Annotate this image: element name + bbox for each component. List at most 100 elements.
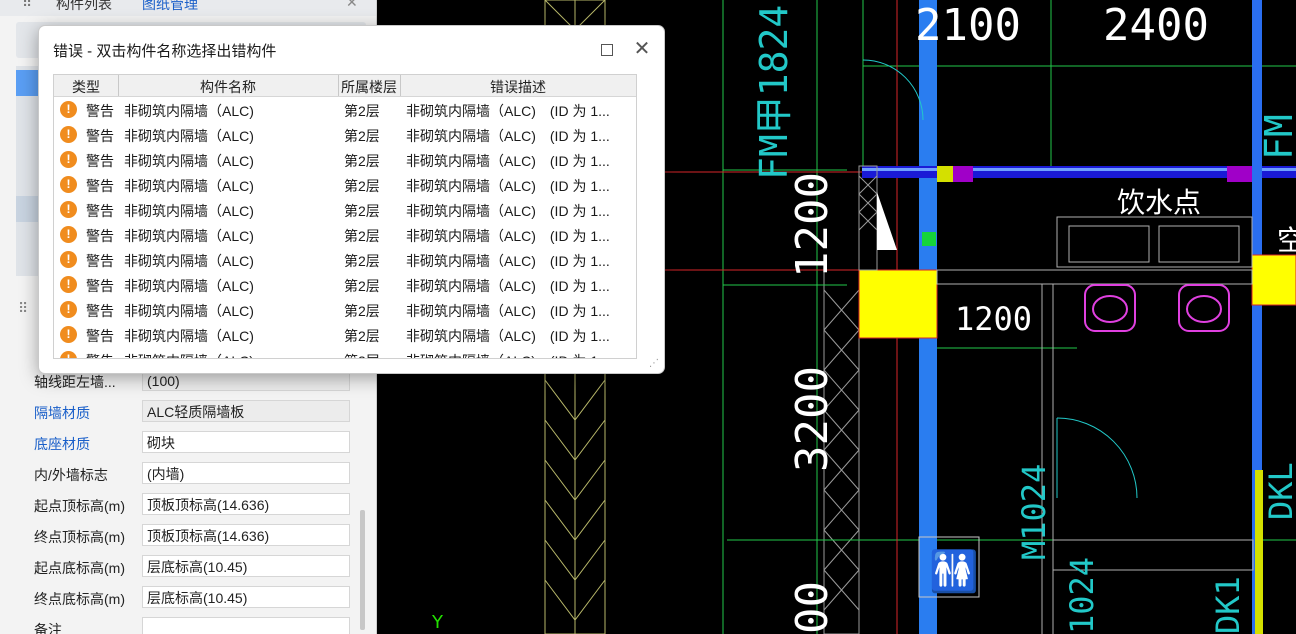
- property-row[interactable]: 底座材质 砌块: [0, 428, 376, 459]
- error-description: 非砌筑内隔墙（ALC) (ID 为 1...: [406, 103, 610, 119]
- error-row[interactable]: !警告非砌筑内隔墙（ALC)第2层非砌筑内隔墙（ALC) (ID 为 1...: [54, 347, 636, 358]
- property-label: 终点底标高(m): [34, 591, 125, 607]
- error-description: 非砌筑内隔墙（ALC) (ID 为 1...: [406, 253, 610, 269]
- resize-grip-icon[interactable]: ⋰: [649, 358, 659, 369]
- property-row[interactable]: 终点底标高(m) 层底标高(10.45): [0, 583, 376, 614]
- error-type: 警告: [86, 253, 114, 269]
- warning-icon: !: [60, 301, 77, 318]
- dim-1200-horizontal: 1200: [955, 300, 1032, 338]
- property-value-field[interactable]: 层底标高(10.45): [142, 586, 350, 608]
- restroom-sign-icon: 🚻: [929, 548, 979, 595]
- error-type: 警告: [86, 328, 114, 344]
- property-value-field[interactable]: 层底标高(10.45): [142, 555, 350, 577]
- property-row[interactable]: 内/外墙标志 (内墙): [0, 459, 376, 490]
- property-label: 轴线距左墙...: [34, 374, 116, 390]
- error-row[interactable]: !警告非砌筑内隔墙（ALC)第2层非砌筑内隔墙（ALC) (ID 为 1...: [54, 122, 636, 147]
- warning-icon: !: [60, 126, 77, 143]
- floor-name: 第2层: [344, 178, 380, 194]
- column-header-description[interactable]: 错误描述: [400, 77, 636, 97]
- floor-name: 第2层: [344, 228, 380, 244]
- error-type: 警告: [86, 203, 114, 219]
- component-tree-strip: [16, 66, 40, 276]
- error-list[interactable]: 类型 构件名称 所属楼层 错误描述 ! 警告 非砌筑内隔墙（ALC) 第2层 非砌筑内隔…: [53, 74, 637, 359]
- close-button[interactable]: ✕: [629, 36, 655, 62]
- door-label-1024: 1024: [1063, 557, 1101, 634]
- column-header-floor[interactable]: 所属楼层: [338, 77, 400, 97]
- error-list-header: 类型 构件名称 所属楼层 错误描述: [54, 75, 636, 97]
- floor-name: 第2层: [344, 303, 380, 319]
- error-row[interactable]: !警告非砌筑内隔墙（ALC)第2层非砌筑内隔墙（ALC) (ID 为 1...: [54, 272, 636, 297]
- panel-scrollbar[interactable]: [360, 510, 365, 630]
- error-type: 警告: [86, 153, 114, 169]
- component-name[interactable]: 非砌筑内隔墙（ALC): [124, 351, 254, 358]
- component-name[interactable]: 非砌筑内隔墙（ALC): [124, 226, 254, 246]
- component-name[interactable]: 非砌筑内隔墙（ALC): [124, 276, 254, 296]
- error-row[interactable]: !警告非砌筑内隔墙（ALC)第2层非砌筑内隔墙（ALC) (ID 为 1...: [54, 297, 636, 322]
- tree-item[interactable]: [16, 196, 40, 222]
- error-row[interactable]: !警告非砌筑内隔墙（ALC)第2层非砌筑内隔墙（ALC) (ID 为 1...: [54, 172, 636, 197]
- maximize-button[interactable]: [594, 36, 620, 62]
- property-row[interactable]: 起点顶标高(m) 顶板顶标高(14.636): [0, 490, 376, 521]
- property-label: 底座材质: [34, 436, 90, 452]
- floor-name: 第2层: [344, 278, 380, 294]
- door-label-fm1824: FM甲1824: [752, 5, 796, 180]
- property-value-field[interactable]: ALC轻质隔墙板: [142, 400, 350, 422]
- error-description: 非砌筑内隔墙（ALC) (ID 为 1...: [406, 303, 610, 319]
- error-row[interactable]: !警告非砌筑内隔墙（ALC)第2层非砌筑内隔墙（ALC) (ID 为 1...: [54, 247, 636, 272]
- tab-component-list[interactable]: 构件列表: [56, 0, 112, 14]
- property-row[interactable]: 备注: [0, 614, 376, 634]
- component-name[interactable]: 非砌筑内隔墙（ALC): [124, 301, 254, 321]
- property-row[interactable]: 终点顶标高(m) 顶板顶标高(14.636): [0, 521, 376, 552]
- error-row[interactable]: !警告非砌筑内隔墙（ALC)第2层非砌筑内隔墙（ALC) (ID 为 1...: [54, 222, 636, 247]
- property-label: 隔墙材质: [34, 405, 90, 421]
- dim-partial: 00: [787, 581, 838, 634]
- floor-name: 第2层: [344, 351, 380, 358]
- door-label-fm: FM: [1257, 114, 1296, 160]
- tab-drawing-management[interactable]: 图纸管理: [142, 0, 198, 14]
- error-row[interactable]: !警告非砌筑内隔墙（ALC)第2层非砌筑内隔墙（ALC) (ID 为 1...: [54, 197, 636, 222]
- warning-icon: !: [60, 176, 77, 193]
- panel-grip-icon: ⠿: [22, 0, 33, 10]
- property-label: 起点顶标高(m): [34, 498, 125, 514]
- property-value-field[interactable]: 砌块: [142, 431, 350, 453]
- error-description: 非砌筑内隔墙（ALC) (ID 为 1...: [406, 128, 610, 144]
- floor-name: 第2层: [344, 328, 380, 344]
- error-description: 非砌筑内隔墙（ALC) (ID 为 1...: [406, 328, 610, 344]
- component-name[interactable]: 非砌筑内隔墙（ALC): [124, 201, 254, 221]
- component-name[interactable]: 非砌筑内隔墙（ALC): [124, 326, 254, 346]
- component-name[interactable]: 非砌筑内隔墙（ALC): [124, 126, 254, 146]
- property-value-field[interactable]: (内墙): [142, 462, 350, 484]
- tree-item-selected[interactable]: [16, 70, 40, 96]
- component-name[interactable]: 非砌筑内隔墙（ALC): [124, 101, 254, 121]
- warning-icon: !: [60, 326, 77, 343]
- property-row[interactable]: 起点底标高(m) 层底标高(10.45): [0, 552, 376, 583]
- column-header-name[interactable]: 构件名称: [118, 77, 338, 97]
- error-description: 非砌筑内隔墙（ALC) (ID 为 1...: [406, 203, 610, 219]
- error-row[interactable]: !警告非砌筑内隔墙（ALC)第2层非砌筑内隔墙（ALC) (ID 为 1...: [54, 97, 636, 122]
- panel-tab-bar: ⠿ 构件列表 图纸管理 ✕: [0, 0, 376, 16]
- error-row[interactable]: ! 警告非砌筑内隔墙（ALC) 第2层 非砌筑内隔墙（ALC) (ID 为 1...: [54, 322, 636, 347]
- component-name[interactable]: 非砌筑内隔墙（ALC): [124, 251, 254, 271]
- property-value-field[interactable]: 顶板顶标高(14.636): [142, 493, 350, 515]
- property-row[interactable]: 隔墙材质 ALC轻质隔墙板: [0, 397, 376, 428]
- property-label: 起点底标高(m): [34, 560, 125, 576]
- error-description: 非砌筑内隔墙（ALC) (ID 为 1...: [406, 351, 610, 358]
- property-value-field[interactable]: 顶板顶标高(14.636): [142, 524, 350, 546]
- dim-3200: 3200: [787, 366, 838, 472]
- panel-close-icon[interactable]: ✕: [346, 0, 358, 11]
- room-label-water-point: 饮水点: [1117, 186, 1201, 219]
- error-type: 警告: [86, 178, 114, 194]
- error-row[interactable]: !警告非砌筑内隔墙（ALC)第2层非砌筑内隔墙（ALC) (ID 为 1...: [54, 147, 636, 172]
- property-label: 内/外墙标志: [34, 467, 108, 483]
- property-value-field[interactable]: [142, 617, 350, 634]
- component-name[interactable]: 非砌筑内隔墙（ALC): [124, 176, 254, 196]
- ucs-axis-icon: Y: [431, 612, 444, 633]
- warning-icon: !: [60, 201, 77, 218]
- column-header-type[interactable]: 类型: [54, 77, 118, 97]
- drag-handle-icon[interactable]: ⠿: [18, 300, 32, 330]
- property-label: 备注: [34, 622, 62, 634]
- dim-1200-vertical: 1200: [787, 172, 838, 278]
- component-name[interactable]: 非砌筑内隔墙（ALC): [124, 151, 254, 171]
- error-type: 警告: [86, 103, 114, 119]
- error-type: 警告: [86, 351, 114, 358]
